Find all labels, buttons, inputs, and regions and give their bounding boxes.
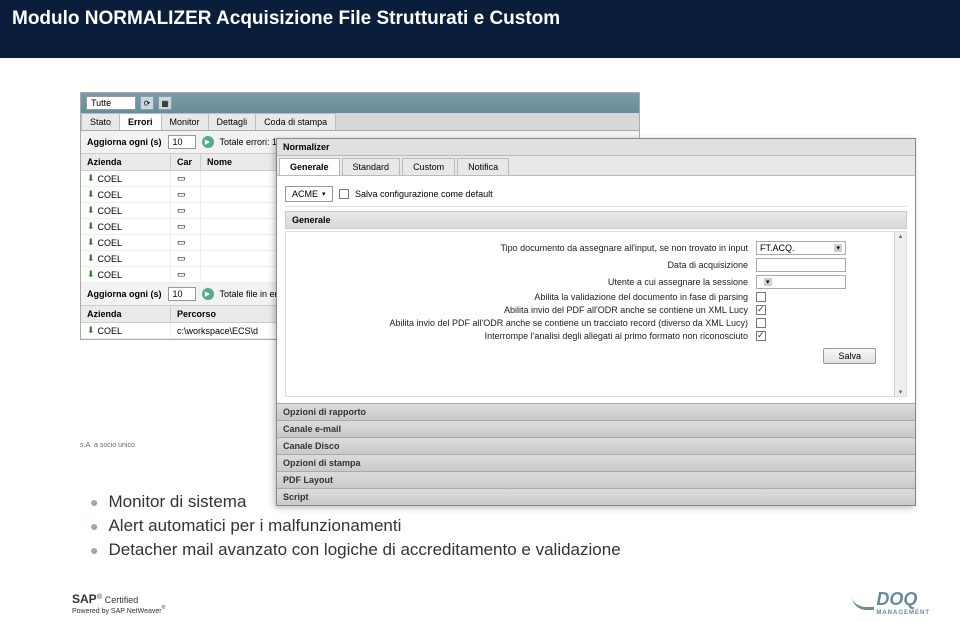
data-acquisizione-input[interactable]	[756, 258, 846, 272]
tab-custom[interactable]: Custom	[402, 158, 455, 175]
section-script[interactable]: Script	[277, 488, 915, 505]
section-canale-email[interactable]: Canale e-mail	[277, 420, 915, 437]
tab-coda[interactable]: Coda di stampa	[255, 113, 336, 130]
refresh-label: Aggiorna ogni (s)	[87, 137, 162, 147]
section-generale[interactable]: Generale	[285, 211, 907, 229]
download-icon: ⬇	[87, 237, 95, 248]
download-icon: ⬇	[87, 325, 95, 336]
swoosh-icon	[852, 596, 874, 610]
save-default-checkbox[interactable]	[339, 189, 349, 199]
section-canale-disco[interactable]: Canale Disco	[277, 437, 915, 454]
tipo-documento-combo[interactable]: FT.ACQ.	[756, 241, 846, 255]
row-tipo-documento: Tipo documento da assegnare all'input, s…	[296, 241, 896, 255]
normalizer-content: ACME Salva configurazione come default G…	[277, 176, 915, 403]
page-title-text: Modulo NORMALIZER Acquisizione File Stru…	[12, 8, 560, 30]
bullet-item: Alert automatici per i malfunzionamenti	[90, 516, 960, 536]
interrompe-checkbox[interactable]	[756, 331, 766, 341]
section-opzioni-stampa[interactable]: Opzioni di stampa	[277, 454, 915, 471]
footer-note: s.A. a socio unico	[80, 442, 135, 449]
pdf-xml-checkbox[interactable]	[756, 305, 766, 315]
refresh-go-icon[interactable]: ▶	[202, 136, 214, 148]
col-azienda[interactable]: Azienda	[81, 154, 171, 170]
scrollbar[interactable]	[894, 232, 906, 396]
tab-errori[interactable]: Errori	[119, 113, 162, 130]
screenshot-composite: Tutte ⟳ ▦ Stato Errori Monitor Dettagli …	[0, 70, 960, 466]
section-opzioni-rapporto[interactable]: Opzioni di rapporto	[277, 403, 915, 420]
sap-certified-logo: SAP® Certified Powered by SAP NetWeaver®	[72, 593, 165, 616]
toolbar-icon-2[interactable]: ▦	[158, 96, 172, 110]
row-pdf-record: Abilita invio del PDF all'ODR anche se c…	[296, 318, 896, 328]
form-area: Tipo documento da assegnare all'input, s…	[285, 231, 907, 397]
tab-notifica[interactable]: Notifica	[457, 158, 509, 175]
tab-monitor[interactable]: Monitor	[161, 113, 209, 130]
toolbar-icon-1[interactable]: ⟳	[140, 96, 154, 110]
refresh-value-2[interactable]: 10	[168, 287, 196, 301]
download-icon: ⬇	[87, 173, 95, 184]
row-validazione: Abilita la validazione del documento in …	[296, 292, 896, 302]
save-row: Salva	[296, 344, 896, 366]
download-icon: ⬇	[87, 253, 95, 264]
total-errors-label: Totale errori: 11	[220, 137, 282, 147]
utente-combo[interactable]	[756, 275, 846, 289]
tab-dettagli[interactable]: Dettagli	[208, 113, 257, 130]
doq-logo: DOQ MANAGEMENT	[852, 589, 930, 616]
normalizer-tabs: Generale Standard Custom Notifica	[277, 156, 915, 176]
col-car[interactable]: Car	[171, 154, 201, 170]
download-icon: ⬇	[87, 189, 95, 200]
validazione-checkbox[interactable]	[756, 292, 766, 302]
errors-toolbar: Tutte ⟳ ▦	[81, 93, 639, 113]
tab-generale[interactable]: Generale	[279, 158, 340, 175]
refresh-go-icon-2[interactable]: ▶	[202, 288, 214, 300]
filter-dropdown[interactable]: Tutte	[86, 96, 136, 110]
normalizer-window: Normalizer Generale Standard Custom Noti…	[276, 138, 916, 506]
download-icon: ⬇	[87, 205, 95, 216]
row-interrompe: Interrompe l'analisi degli allegati al p…	[296, 331, 896, 341]
row-utente: Utente a cui assegnare la sessione	[296, 275, 896, 289]
section-pdf-layout[interactable]: PDF Layout	[277, 471, 915, 488]
tab-stato[interactable]: Stato	[81, 113, 120, 130]
pdf-record-checkbox[interactable]	[756, 318, 766, 328]
col-azienda-2[interactable]: Azienda	[81, 306, 171, 322]
row-pdf-xml: Abilita invio del PDF all'ODR anche se c…	[296, 305, 896, 315]
page-title: Modulo NORMALIZER Acquisizione File Stru…	[0, 0, 960, 58]
download-icon: ⬇	[87, 269, 95, 280]
refresh-value[interactable]: 10	[168, 135, 196, 149]
company-row: ACME Salva configurazione come default	[285, 182, 907, 207]
errors-tabs: Stato Errori Monitor Dettagli Coda di st…	[81, 113, 639, 131]
company-select[interactable]: ACME	[285, 186, 333, 202]
refresh-label-2: Aggiorna ogni (s)	[87, 289, 162, 299]
tab-standard[interactable]: Standard	[342, 158, 401, 175]
footer: SAP® Certified Powered by SAP NetWeaver®…	[0, 589, 960, 616]
normalizer-title: Normalizer	[277, 139, 915, 156]
save-button[interactable]: Salva	[823, 348, 876, 364]
download-icon: ⬇	[87, 221, 95, 232]
save-default-label: Salva configurazione come default	[355, 189, 493, 199]
row-data-acquisizione: Data di acquisizione	[296, 258, 896, 272]
bullet-item: Detacher mail avanzato con logiche di ac…	[90, 540, 960, 560]
